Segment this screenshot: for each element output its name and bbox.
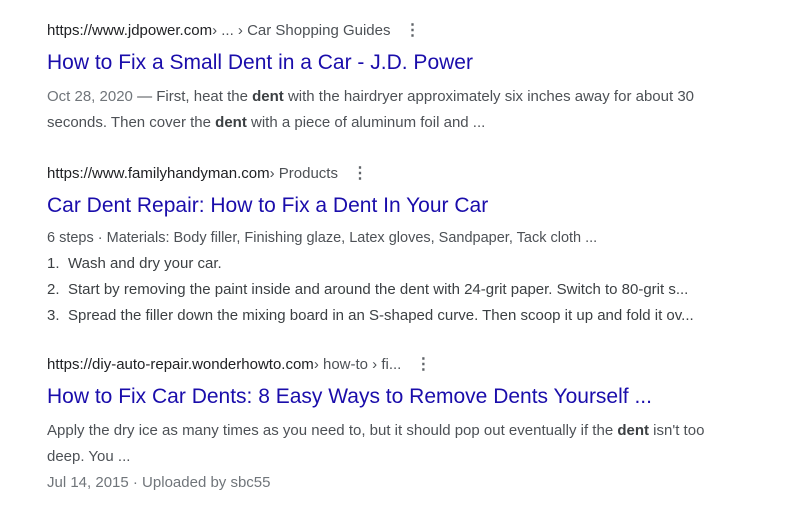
search-result: https://www.familyhandyman.com › Product… (47, 163, 747, 329)
result-title-link[interactable]: Car Dent Repair: How to Fix a Dent In Yo… (47, 191, 747, 221)
step-text: Start by removing the paint inside and a… (68, 281, 689, 298)
result-date: Oct 28, 2020 (47, 88, 133, 105)
steps-summary: 6 steps · Materials: Body filler, Finish… (47, 230, 598, 246)
snippet-separator: — (132, 88, 157, 105)
result-url-breadcrumb[interactable]: › ... › Car Shopping Guides (212, 20, 390, 42)
result-url-host[interactable]: https://diy-auto-repair.wonderhowto.com (47, 354, 314, 376)
result-url[interactable]: https://www.familyhandyman.com › Product… (47, 163, 747, 185)
snippet-text: First, heat the (156, 88, 253, 105)
more-options-icon[interactable]: ⋮ (405, 20, 421, 42)
search-result: https://www.jdpower.com › ... › Car Shop… (47, 20, 747, 136)
result-url-breadcrumb[interactable]: › Products (270, 163, 338, 185)
more-options-icon[interactable]: ⋮ (352, 163, 368, 185)
more-options-icon[interactable]: ⋮ (415, 354, 431, 376)
snippet-highlight: dent (617, 422, 650, 439)
step-item: 1. Wash and dry your car. (47, 251, 747, 277)
result-url-host[interactable]: https://www.jdpower.com (47, 20, 212, 42)
result-url-breadcrumb[interactable]: › how-to › fi... (314, 354, 402, 376)
snippet-highlight: dent (215, 114, 247, 131)
steps-list: 1. Wash and dry your car. 2. Start by re… (47, 251, 747, 329)
result-title-link[interactable]: How to Fix Car Dents: 8 Easy Ways to Rem… (47, 382, 747, 412)
snippet-highlight: dent (252, 88, 284, 105)
snippet-text: with a piece of aluminum foil and ... (246, 114, 486, 131)
step-item: 3. Spread the filler down the mixing boa… (47, 303, 747, 329)
video-meta: Jul 14, 2015 · Uploaded by sbc55 (47, 474, 271, 491)
result-url[interactable]: https://www.jdpower.com › ... › Car Shop… (47, 20, 747, 42)
result-title-link[interactable]: How to Fix a Small Dent in a Car - J.D. … (47, 48, 747, 78)
step-item: 2. Start by removing the paint inside an… (47, 277, 747, 303)
result-snippet: Oct 28, 2020 — First, heat the dent with… (47, 84, 727, 136)
result-snippet: Apply the dry ice as many times as you n… (47, 418, 727, 470)
result-url-host[interactable]: https://www.familyhandyman.com (47, 163, 270, 185)
search-result: https://diy-auto-repair.wonderhowto.com … (47, 354, 747, 496)
step-number: 1. (47, 255, 60, 272)
step-number: 2. (47, 281, 60, 298)
result-url[interactable]: https://diy-auto-repair.wonderhowto.com … (47, 354, 747, 376)
snippet-text: Apply the dry ice as many times as you n… (47, 422, 618, 439)
step-text: Spread the filler down the mixing board … (68, 307, 694, 324)
step-text: Wash and dry your car. (68, 255, 222, 272)
step-number: 3. (47, 307, 60, 324)
